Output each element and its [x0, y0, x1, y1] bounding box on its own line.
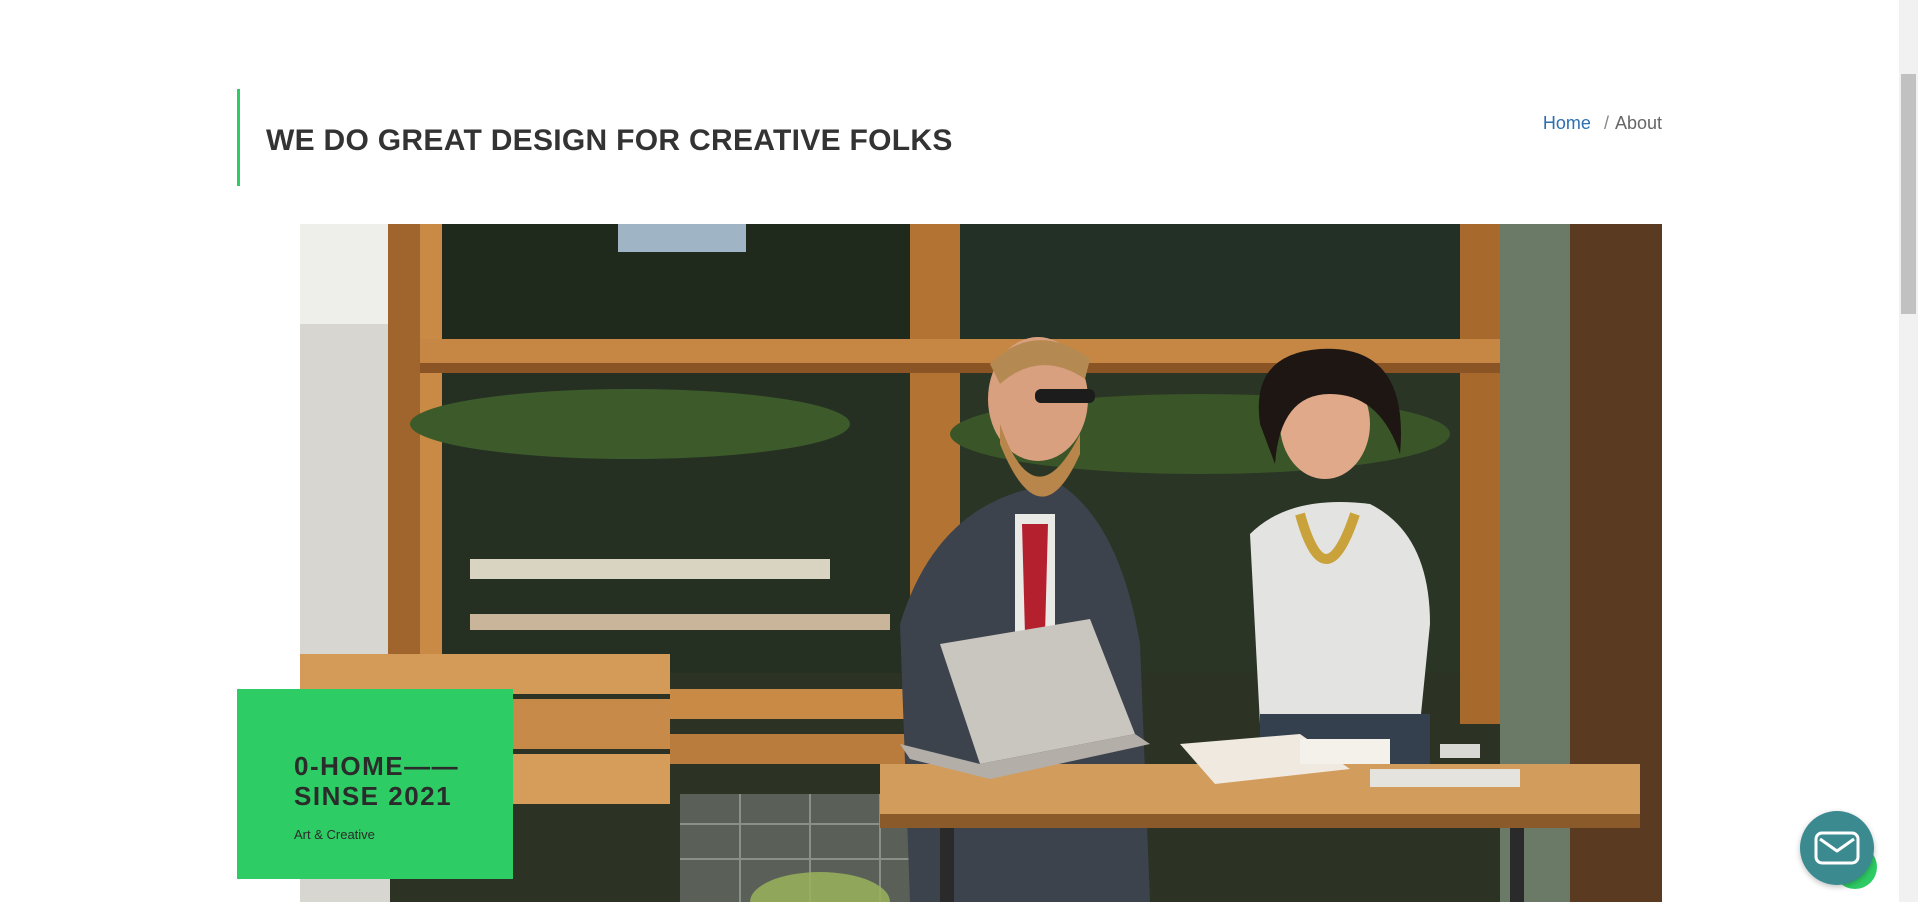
- page-title: WE DO GREAT DESIGN FOR CREATIVE FOLKS: [266, 124, 953, 157]
- badge-title-line-2: SINSE 2021: [294, 781, 453, 811]
- breadcrumb-current: About: [1614, 113, 1662, 133]
- scrollbar-thumb[interactable]: [1901, 74, 1916, 314]
- breadcrumb: Home / About: [1543, 113, 1662, 134]
- badge-subtitle: Art & Creative: [294, 827, 375, 842]
- badge-card: 0-HOME—— SINSE 2021 Art & Creative: [237, 689, 513, 879]
- breadcrumb-home-link[interactable]: Home: [1543, 113, 1591, 134]
- breadcrumb-separator: /: [1603, 113, 1609, 133]
- page: WE DO GREAT DESIGN FOR CREATIVE FOLKS Ho…: [0, 0, 1918, 902]
- page-scrollbar[interactable]: [1899, 0, 1918, 902]
- title-accent-bar: [237, 89, 240, 186]
- badge-title-line-1: 0-HOME——: [294, 751, 460, 781]
- envelope-icon: [1814, 831, 1860, 865]
- chat-button[interactable]: [1800, 811, 1874, 885]
